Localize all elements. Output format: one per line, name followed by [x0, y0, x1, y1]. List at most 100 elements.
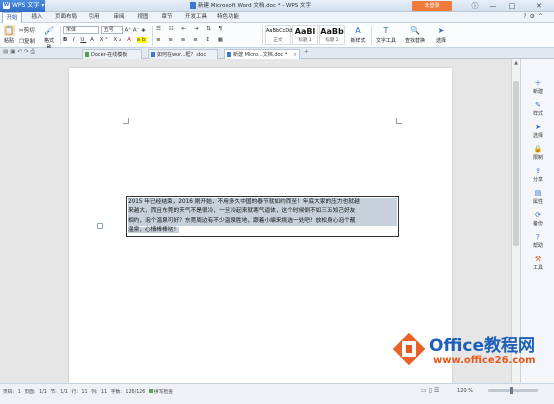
close-button[interactable]: ✕ — [532, 0, 546, 12]
text-box[interactable]: 2015 年已经结束，2016 刚开始，不用多久中国的春节就如约而至！年底大家的… — [126, 196, 399, 237]
subscript-icon[interactable]: X₂ — [113, 37, 123, 43]
tab-features[interactable]: 特色功能 — [214, 12, 242, 23]
paste-button[interactable]: 📋 粘贴 — [2, 25, 16, 44]
select-label: 选择 — [435, 38, 446, 44]
strikethrough-icon[interactable]: A — [90, 37, 96, 43]
doc-tab-docer[interactable]: Docer-在线模板 — [82, 49, 142, 59]
tab-home[interactable]: 开始 — [2, 12, 22, 23]
status-word-count[interactable]: 字数: 126/126 — [111, 390, 146, 395]
lock-icon: 🔒 — [533, 145, 543, 153]
side-restrict[interactable]: 🔒 限制 — [521, 145, 554, 161]
tab-developer[interactable]: 开发工具 — [182, 12, 210, 23]
side-help[interactable]: ? 帮助 — [521, 233, 554, 249]
cut-button[interactable]: ✂剪切 — [19, 26, 35, 34]
side-select[interactable]: ➤ 选择 — [521, 123, 554, 139]
collapse-ribbon-icon[interactable]: ^ — [538, 13, 546, 20]
style-name: 标题 2 — [325, 38, 339, 43]
decrease-indent-icon[interactable]: ⇤ — [181, 26, 189, 32]
line-spacing-icon[interactable]: ↕ — [205, 37, 213, 43]
style-heading-2[interactable]: AaBb 标题 2 — [319, 25, 345, 45]
align-center-icon[interactable]: ≡ — [168, 37, 176, 43]
info-icon[interactable]: ⓘ — [468, 0, 482, 12]
tab-review[interactable]: 审阅 — [110, 12, 128, 23]
doc-tab-how-to[interactable]: 如何在wor...框？.doc — [148, 49, 218, 59]
bold-icon[interactable]: B — [63, 37, 69, 43]
status-info: 页码: 1 页面: 1/1 节: 1/1 行: 11 列: 11 字数: 126… — [3, 388, 173, 395]
text-line: 2015 年已经结束，2016 刚开始，不用多久中国的春节就如约而至！年底大家的… — [128, 198, 397, 208]
tab-page-layout[interactable]: 页面布局 — [52, 12, 80, 23]
copy-label: 复制 — [23, 39, 35, 45]
minimize-button[interactable]: — — [486, 0, 500, 12]
status-spell-check[interactable]: 拼写检查 — [154, 390, 173, 395]
font-color-icon[interactable]: A — [127, 37, 133, 43]
tab-insert[interactable]: 插入 — [28, 12, 46, 23]
grow-font-icon[interactable]: A⁺ — [125, 28, 132, 34]
underline-icon[interactable]: U — [80, 37, 86, 43]
outline-icon[interactable]: ☰ — [434, 387, 441, 394]
status-col: 列: 11 — [91, 390, 108, 395]
new-style-button[interactable]: A 新样式 — [349, 25, 367, 44]
doc-tab-new[interactable]: 新建 Micro...文档.doc * × — [224, 49, 300, 59]
zoom-slider-knob[interactable] — [510, 387, 513, 394]
align-right-icon[interactable]: ≡ — [181, 37, 189, 43]
maximize-button[interactable]: □ — [505, 0, 519, 12]
side-share[interactable]: ⇪ 分享 — [521, 167, 554, 183]
style-preview: AaBbCcDd — [266, 28, 293, 34]
show-marks-icon[interactable]: ¶ — [218, 26, 225, 32]
doc-icon — [151, 52, 155, 57]
tab-view[interactable]: 视图 — [134, 12, 152, 23]
divider — [371, 26, 372, 45]
side-style[interactable]: ✎ 样式 — [521, 101, 554, 117]
select-button[interactable]: ➤ 选择 — [433, 25, 449, 44]
side-label: 备份 — [532, 221, 543, 227]
superscript-icon[interactable]: X² — [100, 37, 110, 43]
copy-button[interactable]: ❐复制 — [19, 37, 35, 45]
zoom-level[interactable]: 120 % — [457, 388, 473, 394]
divider — [152, 26, 153, 45]
window-title-text: 新建 Microsoft Word 文档.doc * - WPS 文字 — [198, 3, 312, 9]
text-tool-button[interactable]: T 文字工具 — [375, 25, 397, 44]
tab-chapter[interactable]: 章节 — [158, 12, 176, 23]
shrink-font-icon[interactable]: A⁻ — [133, 28, 140, 34]
highlight-icon[interactable]: ab — [136, 37, 148, 43]
font-name-select[interactable]: 宋体 — [63, 26, 99, 34]
new-tab-icon[interactable]: + — [304, 49, 309, 55]
justify-icon[interactable]: ≡ — [193, 37, 201, 43]
print-layout-icon[interactable]: ▭ — [421, 387, 429, 394]
sort-icon[interactable]: ⇅ — [206, 26, 214, 32]
align-left-icon[interactable]: ≡ — [156, 37, 164, 43]
settings-icon[interactable]: ⚙ — [530, 13, 538, 20]
redo-icon[interactable]: ↷ — [24, 49, 31, 55]
side-tools[interactable]: ⚒ 工具 — [521, 255, 554, 271]
numbering-icon[interactable]: ☷ — [169, 26, 177, 32]
status-section: 节: 1/1 — [50, 390, 68, 395]
margin-corner-mark — [123, 118, 129, 124]
italic-icon[interactable]: I — [73, 37, 77, 43]
login-button[interactable]: 未登录 — [412, 1, 452, 11]
text-line: 来越大，而且东莞的天气不是很冷，一旦冷起来就寒气逼体，这个时候倒不如三五知己好友 — [128, 207, 397, 217]
font-size-select[interactable]: 五号 — [100, 26, 123, 34]
app-menu-button[interactable]: W WPS 文字 ▾ — [0, 0, 45, 12]
side-new[interactable]: ＋ 新建 — [521, 79, 554, 95]
side-backup[interactable]: ⟳ 备份 — [521, 211, 554, 227]
plus-icon: ＋ — [534, 79, 542, 87]
print-icon[interactable]: ⎙ — [31, 49, 37, 55]
find-replace-button[interactable]: 🔍 查找替换 — [404, 25, 426, 44]
style-heading-1[interactable]: AaBl 标题 1 — [292, 25, 318, 45]
spellcheck-icon — [148, 389, 153, 393]
scroll-up-icon[interactable]: ▲ — [512, 59, 520, 67]
style-normal[interactable]: AaBbCcDd 正文 — [265, 25, 293, 45]
scroll-thumb[interactable] — [513, 81, 519, 246]
watermark-logo: Office教程网 www.office26.com — [392, 327, 554, 385]
clear-format-icon[interactable]: ◈ — [141, 28, 145, 34]
side-properties[interactable]: ▤ 属性 — [521, 189, 554, 205]
shading-icon[interactable]: ▦ — [218, 37, 226, 43]
close-tab-icon[interactable]: × — [293, 50, 297, 59]
bullets-icon[interactable]: ☰ — [156, 26, 164, 32]
increase-indent-icon[interactable]: ⇥ — [194, 26, 202, 32]
tab-references[interactable]: 引用 — [85, 12, 103, 23]
zoom-slider[interactable] — [488, 387, 538, 394]
doc-tab-label: 新建 Micro...文档.doc * — [233, 52, 288, 58]
divider — [60, 26, 61, 45]
paragraph-marker-icon[interactable] — [97, 223, 103, 229]
